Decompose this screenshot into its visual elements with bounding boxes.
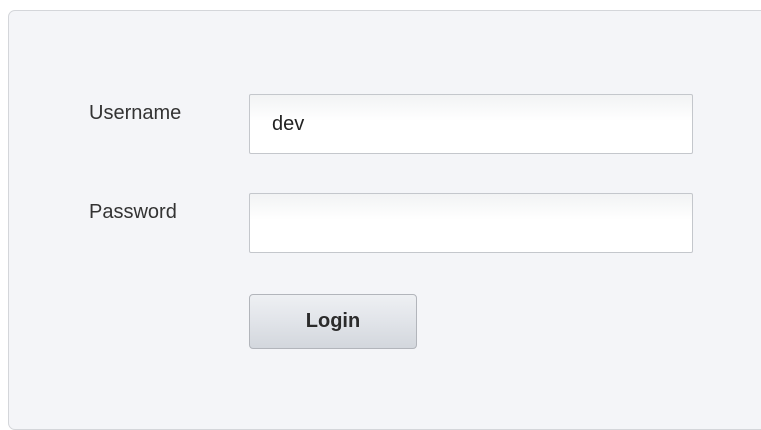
login-button[interactable]: Login [249, 294, 417, 349]
login-panel: Username Password Login [8, 10, 761, 430]
password-input[interactable] [249, 193, 693, 253]
username-input[interactable] [249, 94, 693, 154]
username-label: Username [89, 102, 182, 124]
password-label: Password [89, 201, 177, 223]
